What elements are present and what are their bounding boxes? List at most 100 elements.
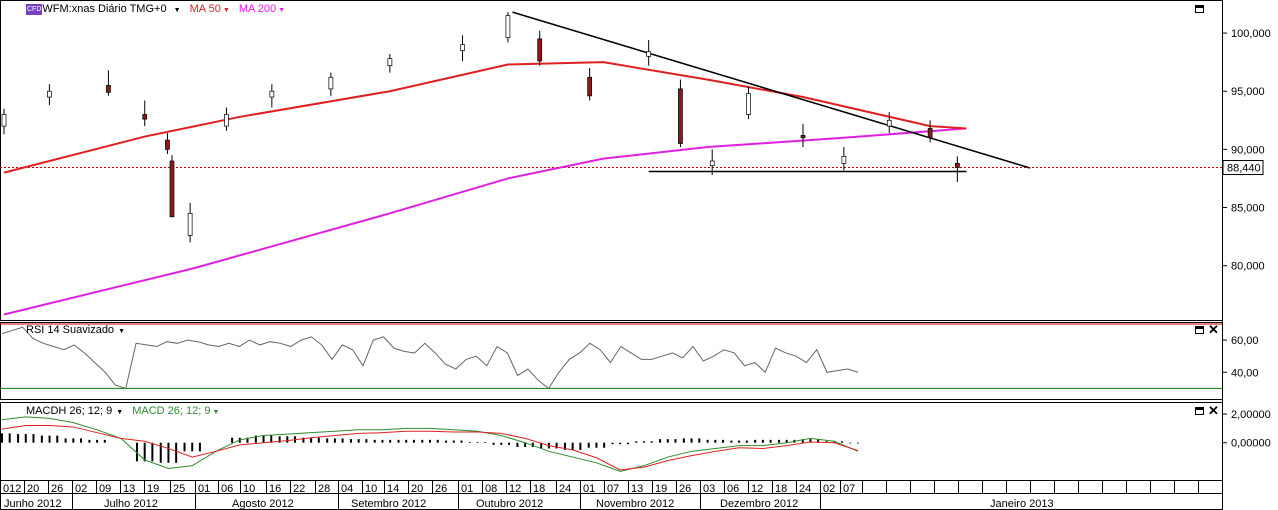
current-price-tag: 88,440: [1222, 160, 1264, 176]
rsi-label[interactable]: RSI 14 Suavizado: [26, 324, 114, 336]
day-tick-label: 08: [485, 483, 497, 495]
month-label: Junho 2012: [4, 498, 62, 510]
candle-body: [955, 162, 960, 168]
candle-body: [646, 51, 652, 57]
day-tick-label: 02: [823, 483, 835, 495]
candle-body: [224, 114, 229, 127]
rsi-line: [1, 326, 859, 390]
symbol-badge[interactable]: CFD: [26, 4, 43, 15]
chevron-down-icon[interactable]: ▼: [212, 409, 219, 416]
candle-body: [328, 76, 334, 90]
month-label: Novembro 2012: [596, 498, 674, 510]
chevron-down-icon[interactable]: ▼: [223, 7, 230, 14]
day-tick-label: 10: [365, 483, 377, 495]
month-label: Agosto 2012: [232, 498, 294, 510]
trading-chart[interactable]: 100,000 95,000 90,000 85,000 80,000 60,00 40,…: [0, 0, 1278, 510]
day-tick-label: 18: [533, 483, 545, 495]
day-tick-label: 10: [243, 483, 255, 495]
day-tick-label: 07: [607, 483, 619, 495]
candle-body: [460, 44, 465, 51]
candle-body: [678, 88, 683, 144]
candle-body: [746, 93, 751, 115]
ma200-label[interactable]: MA 200: [239, 3, 276, 15]
day-tick-label: 03: [703, 483, 715, 495]
day-tick-label: 06: [727, 483, 739, 495]
candle-body: [537, 38, 543, 62]
day-tick-label: 13: [631, 483, 643, 495]
day-tick-label: 04: [341, 483, 353, 495]
macdh-histogram: [1, 433, 859, 463]
day-tick-label: 09: [99, 483, 111, 495]
day-tick-label: 26: [51, 483, 63, 495]
macdh-label[interactable]: MACDH 26; 12; 9: [26, 405, 112, 417]
close-icon[interactable]: ✕: [1208, 323, 1219, 336]
candle-body: [800, 135, 806, 139]
day-tick-label: 16: [269, 483, 281, 495]
day-tick-label: 13: [123, 483, 135, 495]
maximize-icon[interactable]: [1195, 326, 1204, 334]
day-tick-label: 18: [775, 483, 787, 495]
main-panel-header: CFDWFM:xnas Diário TMG+0 ▼ MA 50 ▼ MA 200…: [26, 3, 285, 15]
day-tick-label: 02: [75, 483, 87, 495]
candle-body: [1, 114, 7, 127]
candle-body: [505, 15, 511, 39]
candle-body: [387, 58, 393, 66]
ma50-label[interactable]: MA 50: [190, 3, 221, 15]
candle-body: [47, 90, 52, 98]
macd-signal-line: [1, 425, 859, 471]
chevron-down-icon[interactable]: ▼: [116, 409, 123, 416]
chevron-down-icon[interactable]: ▼: [174, 7, 181, 14]
maximize-icon[interactable]: [1195, 5, 1204, 13]
price-tick-label: 80,000: [1231, 261, 1265, 273]
candle-body: [841, 155, 847, 164]
time-axis[interactable]: 012 20 26 02 09 13 19 25 01 06 10 16 22 28 04 10 14 20 26 0…: [0, 481, 1199, 510]
rsi-panel-header: RSI 14 Suavizado ▼: [26, 324, 125, 336]
current-price-text: 88,440: [1227, 163, 1261, 175]
candle-body: [187, 212, 193, 236]
day-tick-label: 19: [147, 483, 159, 495]
macd-tick-label: 2,00000: [1231, 409, 1271, 421]
month-label: Janeiro 2013: [990, 498, 1054, 510]
day-tick-label: 28: [318, 483, 330, 495]
candle-body: [165, 139, 170, 150]
month-label: Outubro 2012: [476, 498, 543, 510]
macd-label[interactable]: MACD 26; 12; 9: [132, 405, 210, 417]
day-tick-label: 24: [559, 483, 571, 495]
day-tick-label: 26: [435, 483, 447, 495]
candle-body: [169, 160, 175, 218]
main-panel-frame: [0, 0, 1223, 321]
month-label: Dezembro 2012: [720, 498, 798, 510]
price-tick-label: 90,000: [1231, 144, 1265, 156]
day-tick-label: 01: [583, 483, 595, 495]
chevron-down-icon[interactable]: ▼: [278, 7, 285, 14]
candle-body: [927, 128, 933, 139]
day-tick-label: 20: [411, 483, 423, 495]
candle-body: [269, 90, 275, 98]
candle-body: [709, 160, 715, 167]
price-tick-label: 95,000: [1231, 86, 1265, 98]
day-tick-label: 07: [843, 483, 855, 495]
macd-tick-label: 0,00000: [1231, 438, 1271, 450]
day-tick-label: 01: [198, 483, 210, 495]
rsi-tick-label: 60,00: [1231, 335, 1259, 347]
day-tick-label: 22: [293, 483, 305, 495]
price-tick-label: 100,000: [1231, 28, 1271, 40]
candle-body: [142, 114, 148, 120]
day-tick-label: 26: [679, 483, 691, 495]
candles-group: [1, 12, 960, 243]
day-tick-label: 19: [655, 483, 667, 495]
price-tick-label: 85,000: [1231, 203, 1265, 215]
day-tick-label: 24: [799, 483, 811, 495]
day-tick-label: 12: [509, 483, 521, 495]
ma50-line: [3, 61, 967, 174]
chevron-down-icon[interactable]: ▼: [118, 328, 125, 335]
close-icon[interactable]: ✕: [1208, 404, 1219, 417]
day-tick-label: 20: [27, 483, 39, 495]
ma200-line: [3, 127, 967, 316]
maximize-icon[interactable]: [1195, 407, 1204, 415]
day-tick-label: 12: [751, 483, 763, 495]
month-label: Julho 2012: [104, 498, 158, 510]
day-tick-label: 25: [173, 483, 185, 495]
instrument-label[interactable]: WFM:xnas Diário TMG+0: [42, 3, 166, 15]
candle-body: [886, 119, 892, 127]
